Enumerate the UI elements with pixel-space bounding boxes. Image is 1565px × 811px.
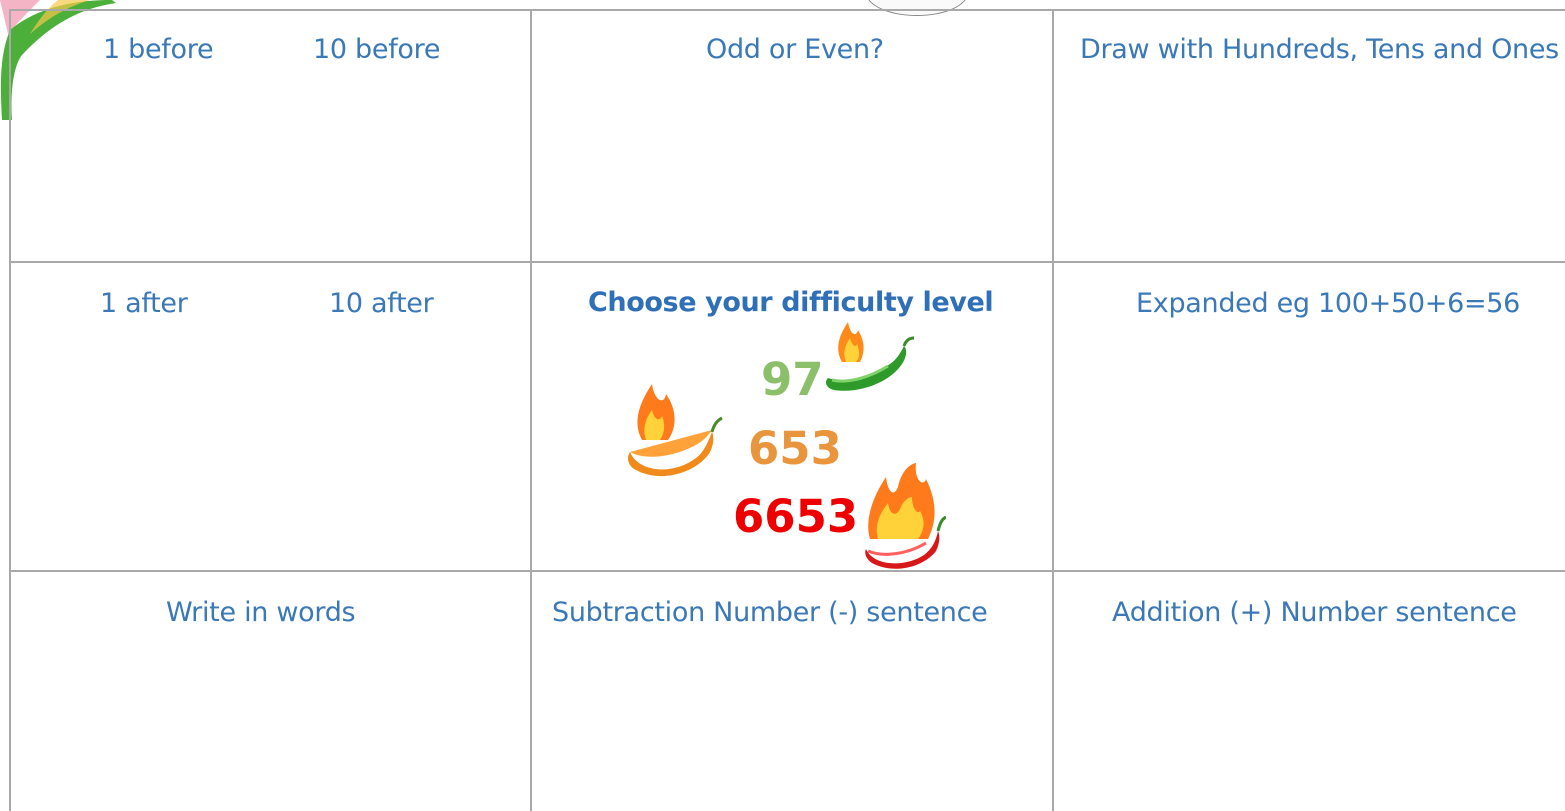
expanded-label: Expanded eg 100+50+6=56 (1136, 288, 1521, 319)
red-chili-icon (864, 463, 946, 569)
grid-divider-v2 (1052, 9, 1054, 811)
worksheet-page: 1 before 10 before Odd or Even? Draw wit… (0, 0, 1565, 811)
write-in-words-label: Write in words (166, 597, 356, 628)
ten-before-label: 10 before (313, 34, 441, 65)
subtraction-sentence-label: Subtraction Number (-) sentence (552, 597, 988, 628)
grid-divider-h1 (9, 261, 1565, 263)
grid-divider-h2 (9, 570, 1565, 572)
level-medium-number[interactable]: 653 (748, 422, 842, 475)
orange-chili-icon (628, 384, 723, 477)
green-chili-icon (826, 322, 915, 391)
ten-after-label: 10 after (329, 288, 434, 319)
activity-grid (9, 9, 1565, 811)
odd-or-even-label: Odd or Even? (706, 34, 884, 65)
level-easy-number[interactable]: 97 (761, 353, 824, 406)
one-before-label: 1 before (103, 34, 214, 65)
level-hard-number[interactable]: 6653 (733, 490, 858, 543)
difficulty-title: Choose your difficulty level (588, 287, 994, 318)
addition-sentence-label: Addition (+) Number sentence (1112, 597, 1517, 628)
draw-hto-label: Draw with Hundreds, Tens and Ones (1080, 34, 1559, 65)
one-after-label: 1 after (100, 288, 188, 319)
grid-divider-v1 (530, 9, 532, 811)
